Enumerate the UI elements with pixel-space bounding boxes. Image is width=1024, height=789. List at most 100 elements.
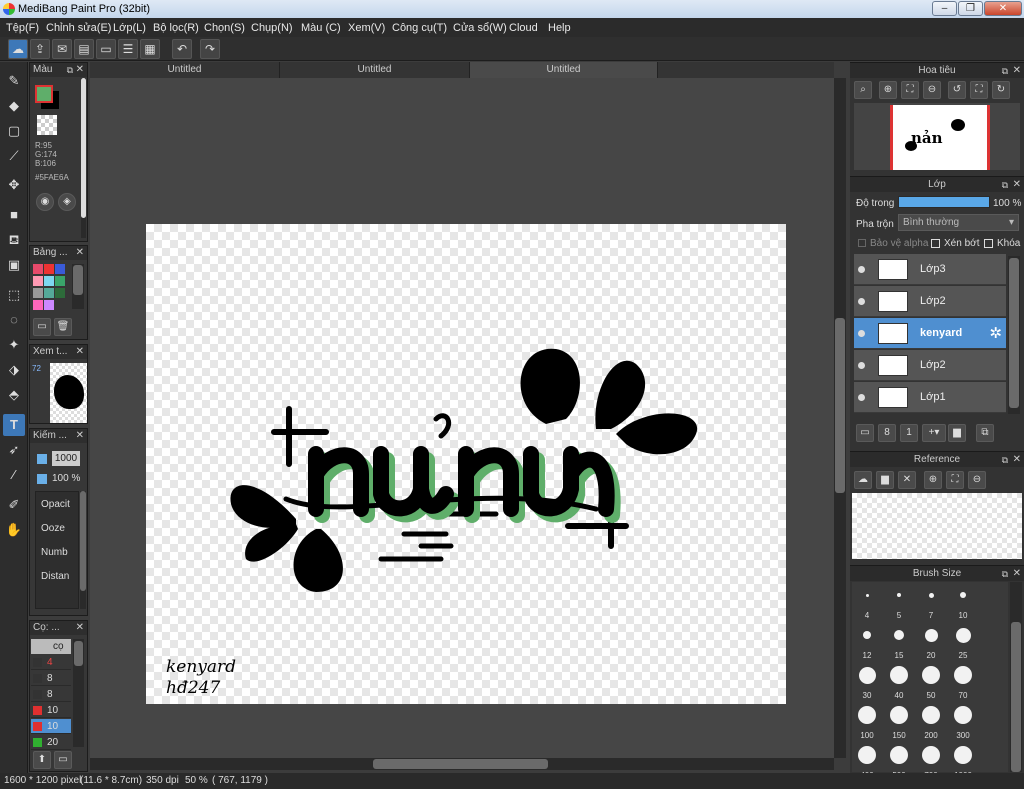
brush-file-icon[interactable]: ▭ [54, 751, 72, 769]
gradient-tool-icon[interactable]: ▣ [3, 254, 25, 276]
color-panel-scrollbar[interactable] [81, 78, 86, 238]
chat-icon[interactable]: ▤ [74, 39, 94, 59]
tab-untitled-1[interactable]: Untitled [90, 62, 280, 78]
menu-layer[interactable]: Lớp(L) [113, 22, 146, 34]
popout-icon[interactable]: ⧉ [1002, 177, 1008, 193]
navigator-preview[interactable]: nản [854, 103, 1020, 170]
layer-item[interactable]: Lớp2 [854, 286, 1006, 317]
upload-icon[interactable]: ⇪ [30, 39, 50, 59]
layer-item[interactable]: kenyard ✲ [854, 318, 1006, 349]
close-icon[interactable]: ✕ [1013, 452, 1021, 468]
maximize-button[interactable]: ❐ [958, 1, 983, 16]
select-eraser-tool-icon[interactable]: ⬘ [3, 384, 25, 406]
menu-color[interactable]: Màu (C) [301, 22, 341, 34]
palette-swatch[interactable] [33, 300, 43, 310]
eraser-tool-icon[interactable]: ◆ [3, 95, 25, 117]
visibility-eye-icon[interactable] [858, 298, 865, 305]
menu-capture[interactable]: Chụp(N) [251, 22, 293, 34]
eyedropper-tool-icon[interactable]: ✐ [3, 494, 25, 516]
operation-tool-icon[interactable]: ➶ [3, 439, 25, 461]
brush-size-option[interactable]: 10 [948, 584, 978, 620]
list-icon[interactable]: ☰ [118, 39, 138, 59]
brush-size-option[interactable]: 4 [852, 584, 882, 620]
brush-size-option[interactable]: 50 [916, 664, 946, 700]
comment-icon[interactable]: ✉ [52, 39, 72, 59]
reference-view[interactable] [852, 493, 1022, 559]
visibility-eye-icon[interactable] [858, 266, 865, 273]
undo-icon[interactable]: ↶ [172, 39, 192, 59]
foreground-color-swatch[interactable] [35, 85, 53, 103]
brush-size-option[interactable]: 30 [852, 664, 882, 700]
canvas-vertical-scrollbar[interactable] [834, 78, 846, 758]
menu-window[interactable]: Cửa sổ(W) [453, 22, 507, 34]
brush-size-option[interactable]: 25 [948, 624, 978, 660]
brush-size-option[interactable]: 7 [916, 584, 946, 620]
palette-swatch[interactable] [44, 288, 54, 298]
blend-mode-select[interactable]: Bình thường ▾ [898, 214, 1019, 231]
visibility-eye-icon[interactable] [858, 394, 865, 401]
new-layer-1bit-icon[interactable]: 1 [900, 424, 918, 442]
grid-icon[interactable]: ▦ [140, 39, 160, 59]
drawing-canvas[interactable]: kenyard hđ247 [146, 224, 786, 704]
brush-setting-distance[interactable]: Distan [41, 571, 69, 582]
menu-file[interactable]: Tệp(F) [6, 22, 39, 34]
fit-window-icon[interactable]: ⛶ [901, 81, 919, 99]
menu-view[interactable]: Xem(V) [348, 22, 385, 34]
brush-list-item[interactable]: 10 [31, 719, 71, 734]
bucket-tool-icon[interactable]: ⛾ [3, 229, 25, 251]
palette-swatch[interactable] [55, 288, 65, 298]
palette-swatch[interactable] [44, 264, 54, 274]
new-layer-8bit-icon[interactable]: 8 [878, 424, 896, 442]
brush-setting-number[interactable]: Numb [41, 547, 68, 558]
hand-tool-icon[interactable]: ✋ [3, 519, 25, 541]
close-icon[interactable]: ✕ [1013, 177, 1021, 193]
palette-swatch[interactable] [33, 276, 43, 286]
color-settings-icon[interactable]: ◈ [58, 193, 76, 211]
folder-icon[interactable]: ▆ [948, 424, 966, 442]
brush-size-option[interactable]: 70 [948, 664, 978, 700]
zoom-in-icon[interactable]: ⊕ [879, 81, 897, 99]
reference-zoom-out-icon[interactable]: ⊖ [968, 471, 986, 489]
move-tool-icon[interactable]: ✥ [3, 174, 25, 196]
reference-open-icon[interactable]: ▆ [876, 471, 894, 489]
brush-size-option[interactable]: 200 [916, 704, 946, 740]
add-brush-icon[interactable]: ⬆ [33, 751, 51, 769]
palette-swatch[interactable] [33, 288, 43, 298]
menu-help[interactable]: Help [548, 22, 571, 34]
delete-palette-icon[interactable]: 🗑 [54, 318, 72, 336]
close-icon[interactable]: ✕ [76, 246, 84, 260]
rect-tool-icon[interactable]: ▢ [3, 120, 25, 142]
fill-rect-tool-icon[interactable]: ■ [3, 204, 25, 226]
popout-icon[interactable]: ⧉ [67, 63, 73, 77]
minimize-button[interactable]: – [932, 1, 957, 16]
brush-size-option[interactable]: 100 [852, 704, 882, 740]
brush-setting-opacity[interactable]: Opacit [41, 499, 70, 510]
text-tool-icon[interactable]: T [3, 414, 25, 436]
brush-list-item[interactable]: 10 [31, 703, 71, 718]
redo-icon[interactable]: ↷ [200, 39, 220, 59]
select-pen-tool-icon[interactable]: ⬗ [3, 359, 25, 381]
layers-scrollbar[interactable] [1008, 256, 1020, 414]
reference-close-icon[interactable]: ✕ [898, 471, 916, 489]
brush-size-field[interactable]: 1000 [52, 451, 80, 466]
menu-filter[interactable]: Bộ lọc(R) [153, 22, 199, 34]
menu-edit[interactable]: Chỉnh sửa(E) [46, 22, 111, 34]
reference-fit-icon[interactable]: ⛶ [946, 471, 964, 489]
visibility-eye-icon[interactable] [858, 362, 865, 369]
brush-list-item[interactable]: 8 [31, 671, 71, 686]
close-icon[interactable]: ✕ [1013, 63, 1021, 79]
tab-untitled-3[interactable]: Untitled [470, 62, 658, 78]
palette-swatch[interactable] [33, 264, 43, 274]
reference-cloud-icon[interactable]: ☁ [854, 471, 872, 489]
zoom-out-icon[interactable]: ⊖ [923, 81, 941, 99]
layer-item[interactable]: Lớp3 [854, 254, 1006, 285]
select-rect-tool-icon[interactable]: ⬚ [3, 284, 25, 306]
brush-size-option[interactable]: 15 [884, 624, 914, 660]
page-icon[interactable]: ▭ [96, 39, 116, 59]
close-icon[interactable]: ✕ [76, 429, 84, 443]
lasso-tool-icon[interactable]: ◌ [3, 309, 25, 331]
palette-swatch[interactable] [44, 276, 54, 286]
brush-size-option[interactable]: 300 [948, 704, 978, 740]
popout-icon[interactable]: ⧉ [1002, 452, 1008, 468]
new-palette-icon[interactable]: ▭ [33, 318, 51, 336]
